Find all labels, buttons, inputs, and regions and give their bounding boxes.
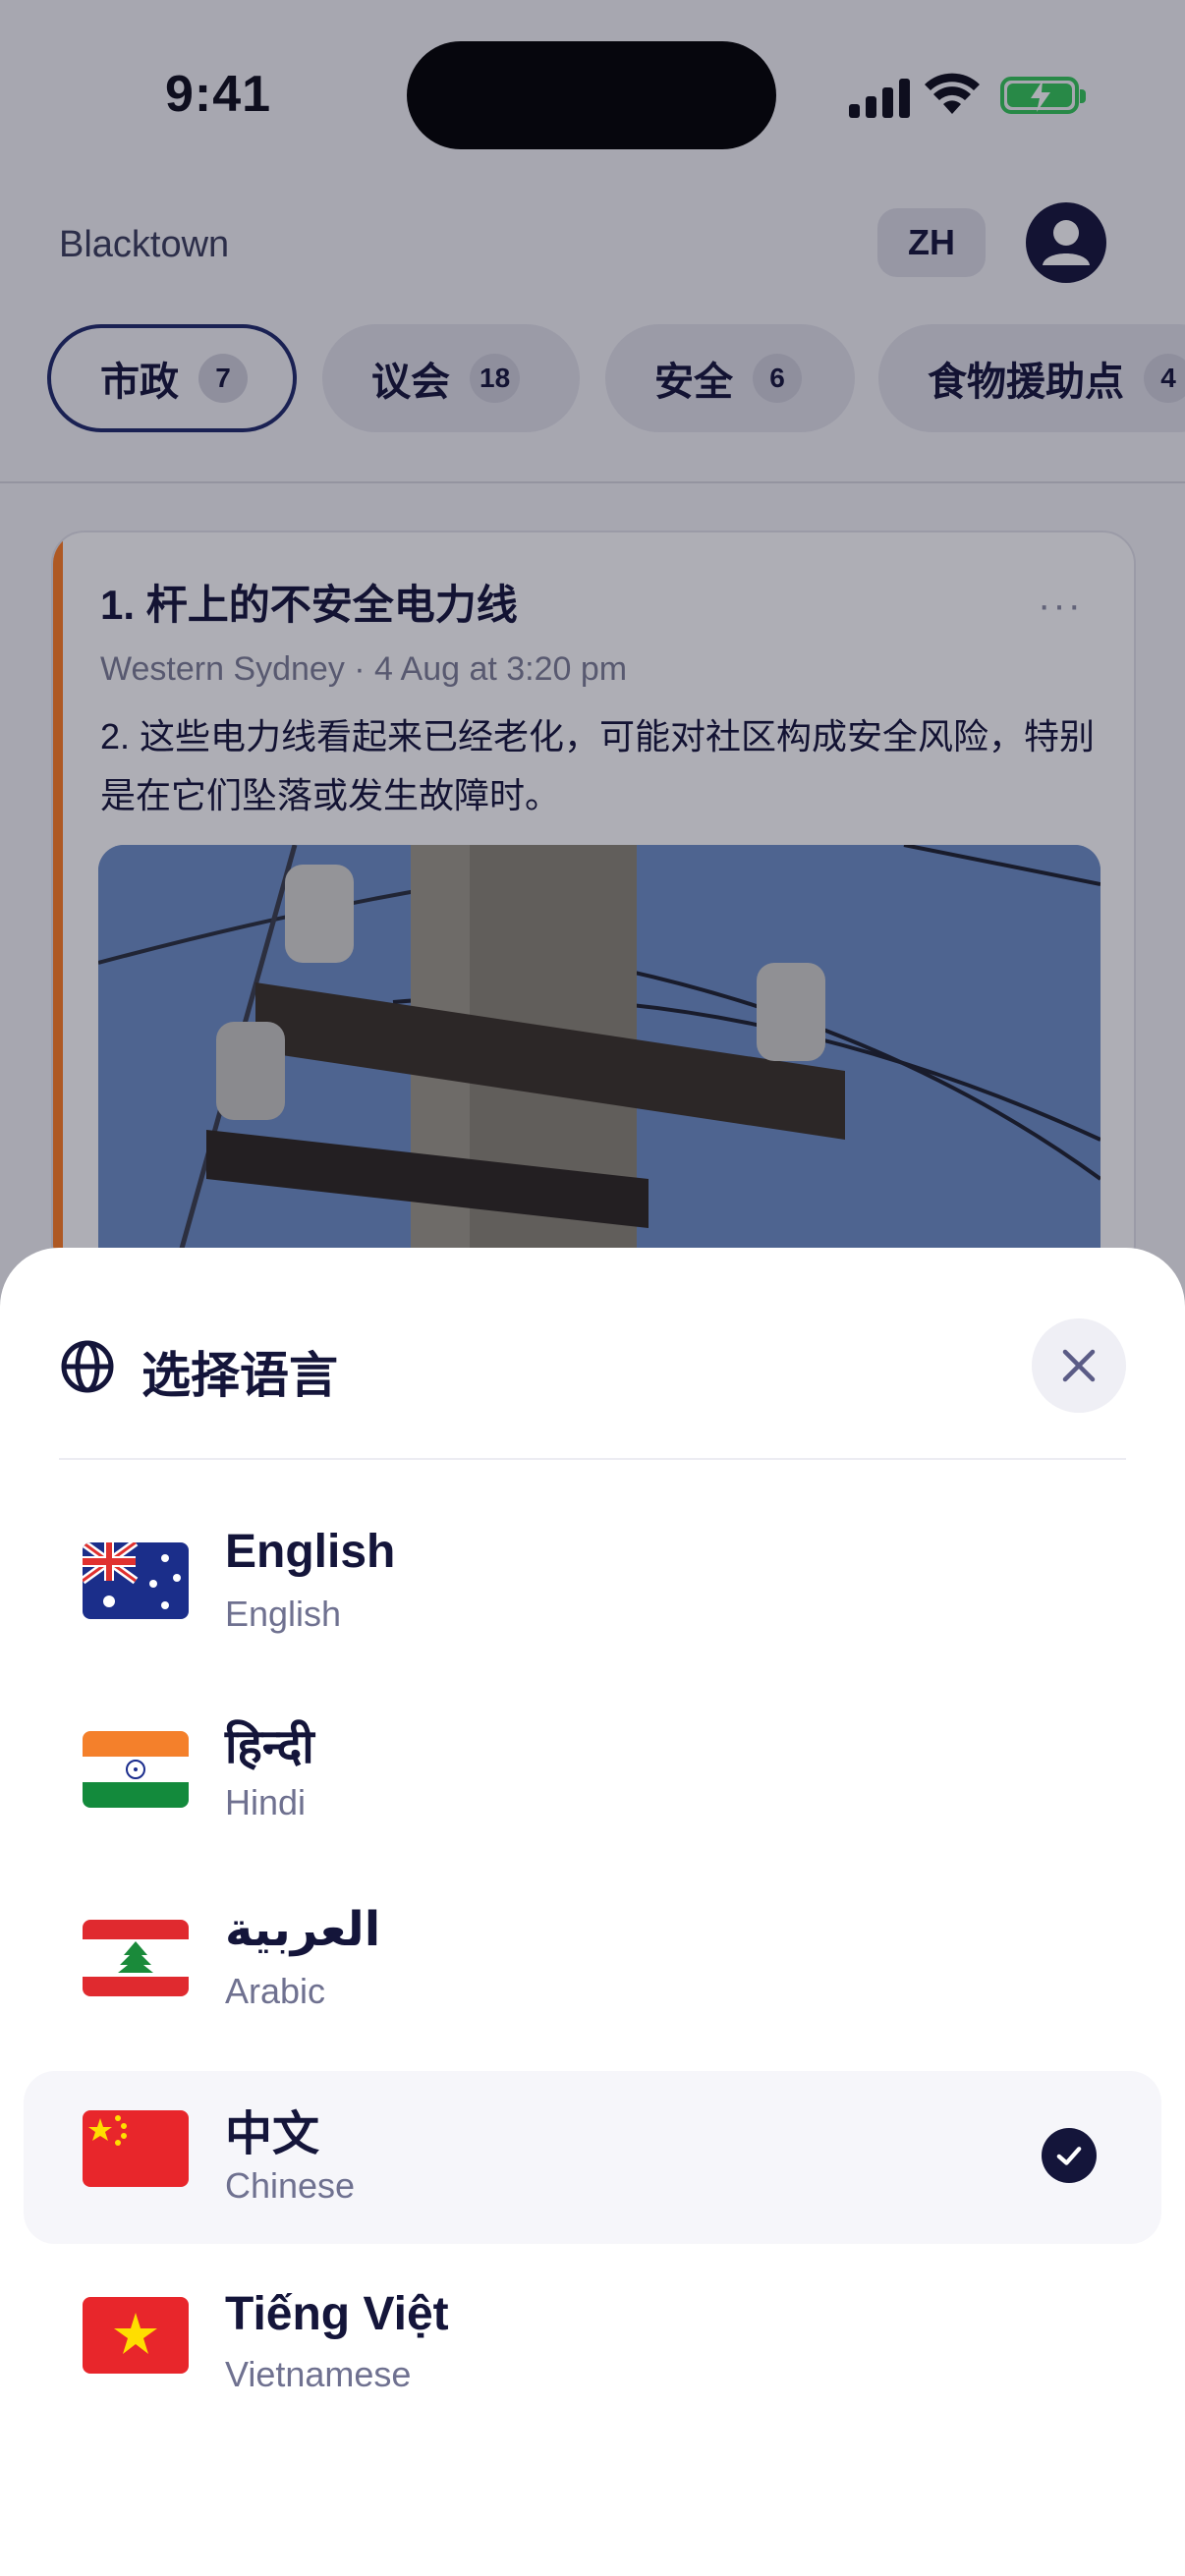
sheet-divider [59,1458,1126,1460]
language-name: 中文 [225,2108,320,2160]
language-english-name: Arabic [225,1971,326,2011]
language-english-name: Chinese [225,2165,356,2206]
language-option-arabic[interactable]: العربية Arabic [24,1869,1161,2042]
language-sheet: 选择语言 English English हिन्दी Hindi العربي… [0,1248,1185,2576]
language-option-chinese[interactable]: 中文 Chinese [24,2071,1161,2244]
language-english-name: Hindi [225,1782,307,1822]
language-option-hindi[interactable]: हिन्दी Hindi [24,1680,1161,1853]
globe-icon [61,1340,114,1393]
lebanon-flag-icon [83,1920,189,1996]
language-option-vietnamese[interactable]: Tiếng Việt Vietnamese [24,2244,1161,2417]
sheet-header: 选择语言 [0,1248,1185,1460]
language-english-name: English [225,1594,342,1634]
sheet-title: 选择语言 [141,1348,338,1403]
selected-check-icon [1042,2128,1097,2183]
india-flag-icon [83,1731,189,1808]
language-name: हिन्दी [225,1721,314,1773]
close-button[interactable] [1032,1318,1126,1413]
close-icon [1062,1349,1096,1382]
australia-flag-icon [83,1542,189,1619]
vietnam-flag-icon [83,2297,189,2374]
language-option-english[interactable]: English English [24,1491,1161,1664]
language-name: Tiếng Việt [225,2288,449,2340]
china-flag-icon [83,2110,189,2187]
language-english-name: Vietnamese [225,2354,412,2394]
language-name: English [225,1526,396,1578]
language-name: العربية [225,1904,381,1956]
